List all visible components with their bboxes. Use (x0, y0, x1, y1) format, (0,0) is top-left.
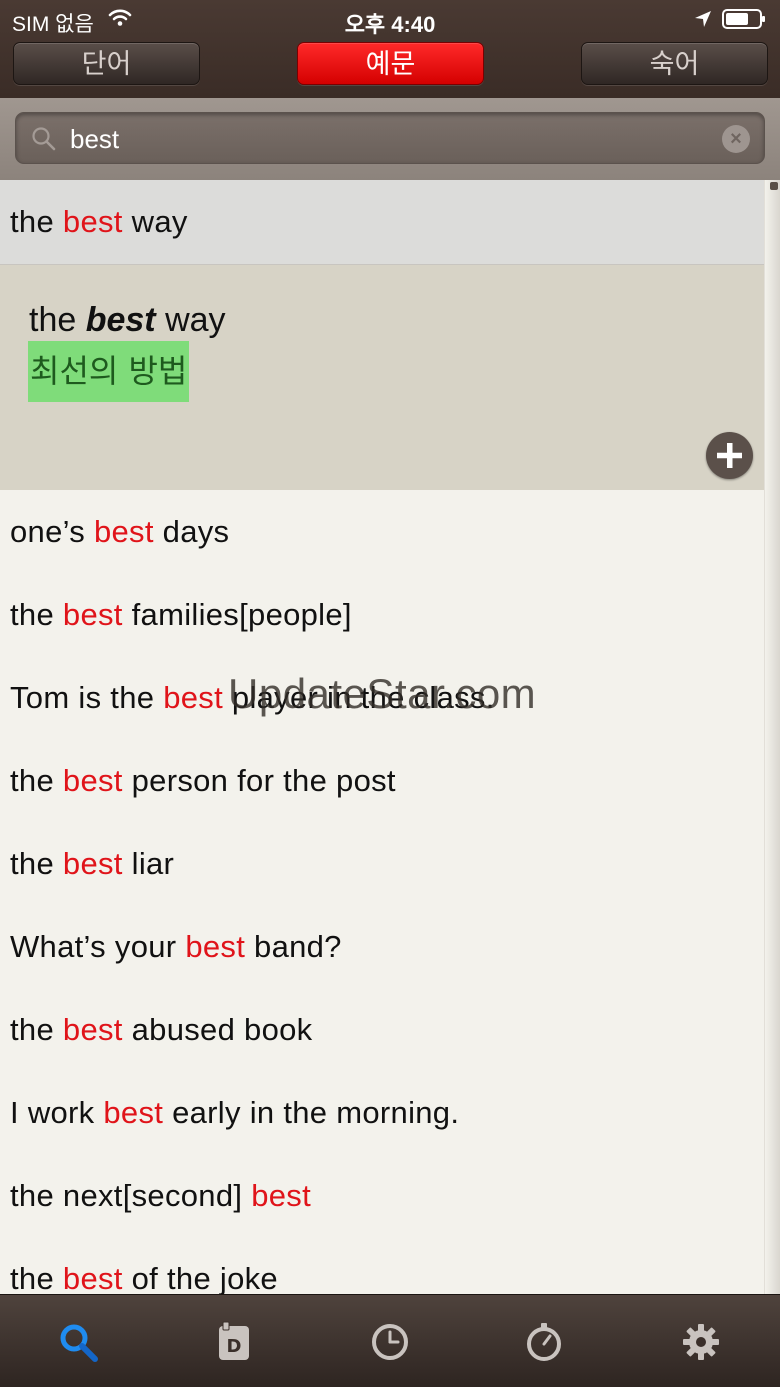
list-item[interactable]: the next[second] best (0, 1154, 764, 1237)
item-prefix: I work (10, 1095, 104, 1130)
item-suffix: early in the morning. (163, 1095, 460, 1130)
list-item[interactable]: the best of the joke (0, 1237, 764, 1294)
search-input[interactable] (70, 121, 710, 157)
list-item[interactable]: Tom is the best player in the class. (0, 656, 764, 739)
item-prefix: the (10, 204, 63, 239)
item-highlight: best (62, 763, 123, 798)
list-item-selected[interactable]: the best way (0, 180, 764, 265)
status-bar: SIM 없음 오후 4:40 (0, 0, 780, 40)
item-prefix: the (10, 597, 63, 632)
scrollbar[interactable] (764, 180, 780, 1294)
segment-examples[interactable]: 예문 (297, 42, 484, 85)
item-highlight: best (251, 1178, 311, 1213)
detail-prefix: the (29, 301, 86, 339)
search-icon[interactable] (55, 1319, 101, 1365)
gear-icon[interactable] (678, 1319, 724, 1365)
item-highlight: best (62, 204, 123, 239)
svg-text:D: D (227, 1336, 242, 1357)
wordbook-icon[interactable]: D (211, 1319, 257, 1365)
plus-icon (717, 443, 742, 468)
item-suffix: liar (122, 846, 175, 881)
item-prefix: Tom is the (10, 680, 164, 715)
status-time: 오후 4:40 (344, 12, 436, 37)
search-bar: × (0, 98, 780, 180)
detail-translation: 최선의 방법 (28, 341, 190, 402)
item-prefix: one’s (10, 514, 94, 549)
item-highlight: best (93, 514, 154, 549)
detail-phrase: the best way (29, 301, 226, 340)
detail-suffix: way (155, 301, 226, 339)
item-highlight: best (62, 1261, 123, 1294)
bottom-tab-bar: D (0, 1294, 780, 1387)
top-header: SIM 없음 오후 4:40 단어 예문 숙어 (0, 0, 780, 98)
item-prefix: the (10, 1012, 63, 1047)
item-highlight: best (185, 929, 246, 964)
detail-panel: the best way 최선의 방법 (0, 265, 764, 490)
item-highlight: best (103, 1095, 164, 1130)
item-suffix: families[people] (122, 597, 352, 632)
list-item[interactable]: the best families[people] (0, 573, 764, 656)
item-highlight: best (62, 597, 123, 632)
scrollbar-thumb[interactable] (770, 182, 778, 190)
item-prefix: the (10, 763, 63, 798)
history-clock-icon[interactable] (367, 1319, 413, 1365)
item-prefix: the (10, 1261, 63, 1294)
search-field[interactable]: × (15, 112, 765, 164)
segment-idioms[interactable]: 숙어 (581, 42, 768, 85)
battery-icon (722, 9, 765, 29)
item-prefix: the (10, 846, 63, 881)
item-suffix: player in the class. (222, 680, 495, 715)
list-item[interactable]: the best abused book (0, 988, 764, 1071)
stopwatch-icon[interactable] (521, 1319, 567, 1365)
list-item[interactable]: What’s your best band? (0, 905, 764, 988)
location-arrow-icon (695, 11, 711, 27)
list-item[interactable]: the best person for the post (0, 739, 764, 822)
item-prefix: the next[second] (10, 1178, 252, 1213)
item-suffix: band? (245, 929, 342, 964)
item-suffix: person for the post (122, 763, 396, 798)
item-highlight: best (62, 1012, 123, 1047)
item-prefix: What’s your (10, 929, 186, 964)
item-suffix: days (153, 514, 230, 549)
segment-words[interactable]: 단어 (13, 42, 200, 85)
item-highlight: best (163, 680, 223, 715)
list-item[interactable]: the best liar (0, 822, 764, 905)
item-suffix: of the joke (122, 1261, 278, 1294)
list-item[interactable]: I work best early in the morning. (0, 1071, 764, 1154)
item-suffix: abused book (122, 1012, 313, 1047)
item-highlight: best (62, 846, 123, 881)
item-suffix: way (122, 204, 188, 239)
list-item[interactable]: one’s best days (0, 490, 764, 573)
clear-search-icon[interactable]: × (722, 125, 750, 153)
search-icon (32, 127, 56, 151)
results-list[interactable]: the best way the best way 최선의 방법 one’s b… (0, 180, 780, 1294)
detail-bold-word: best (85, 301, 156, 339)
add-button[interactable] (706, 432, 753, 479)
